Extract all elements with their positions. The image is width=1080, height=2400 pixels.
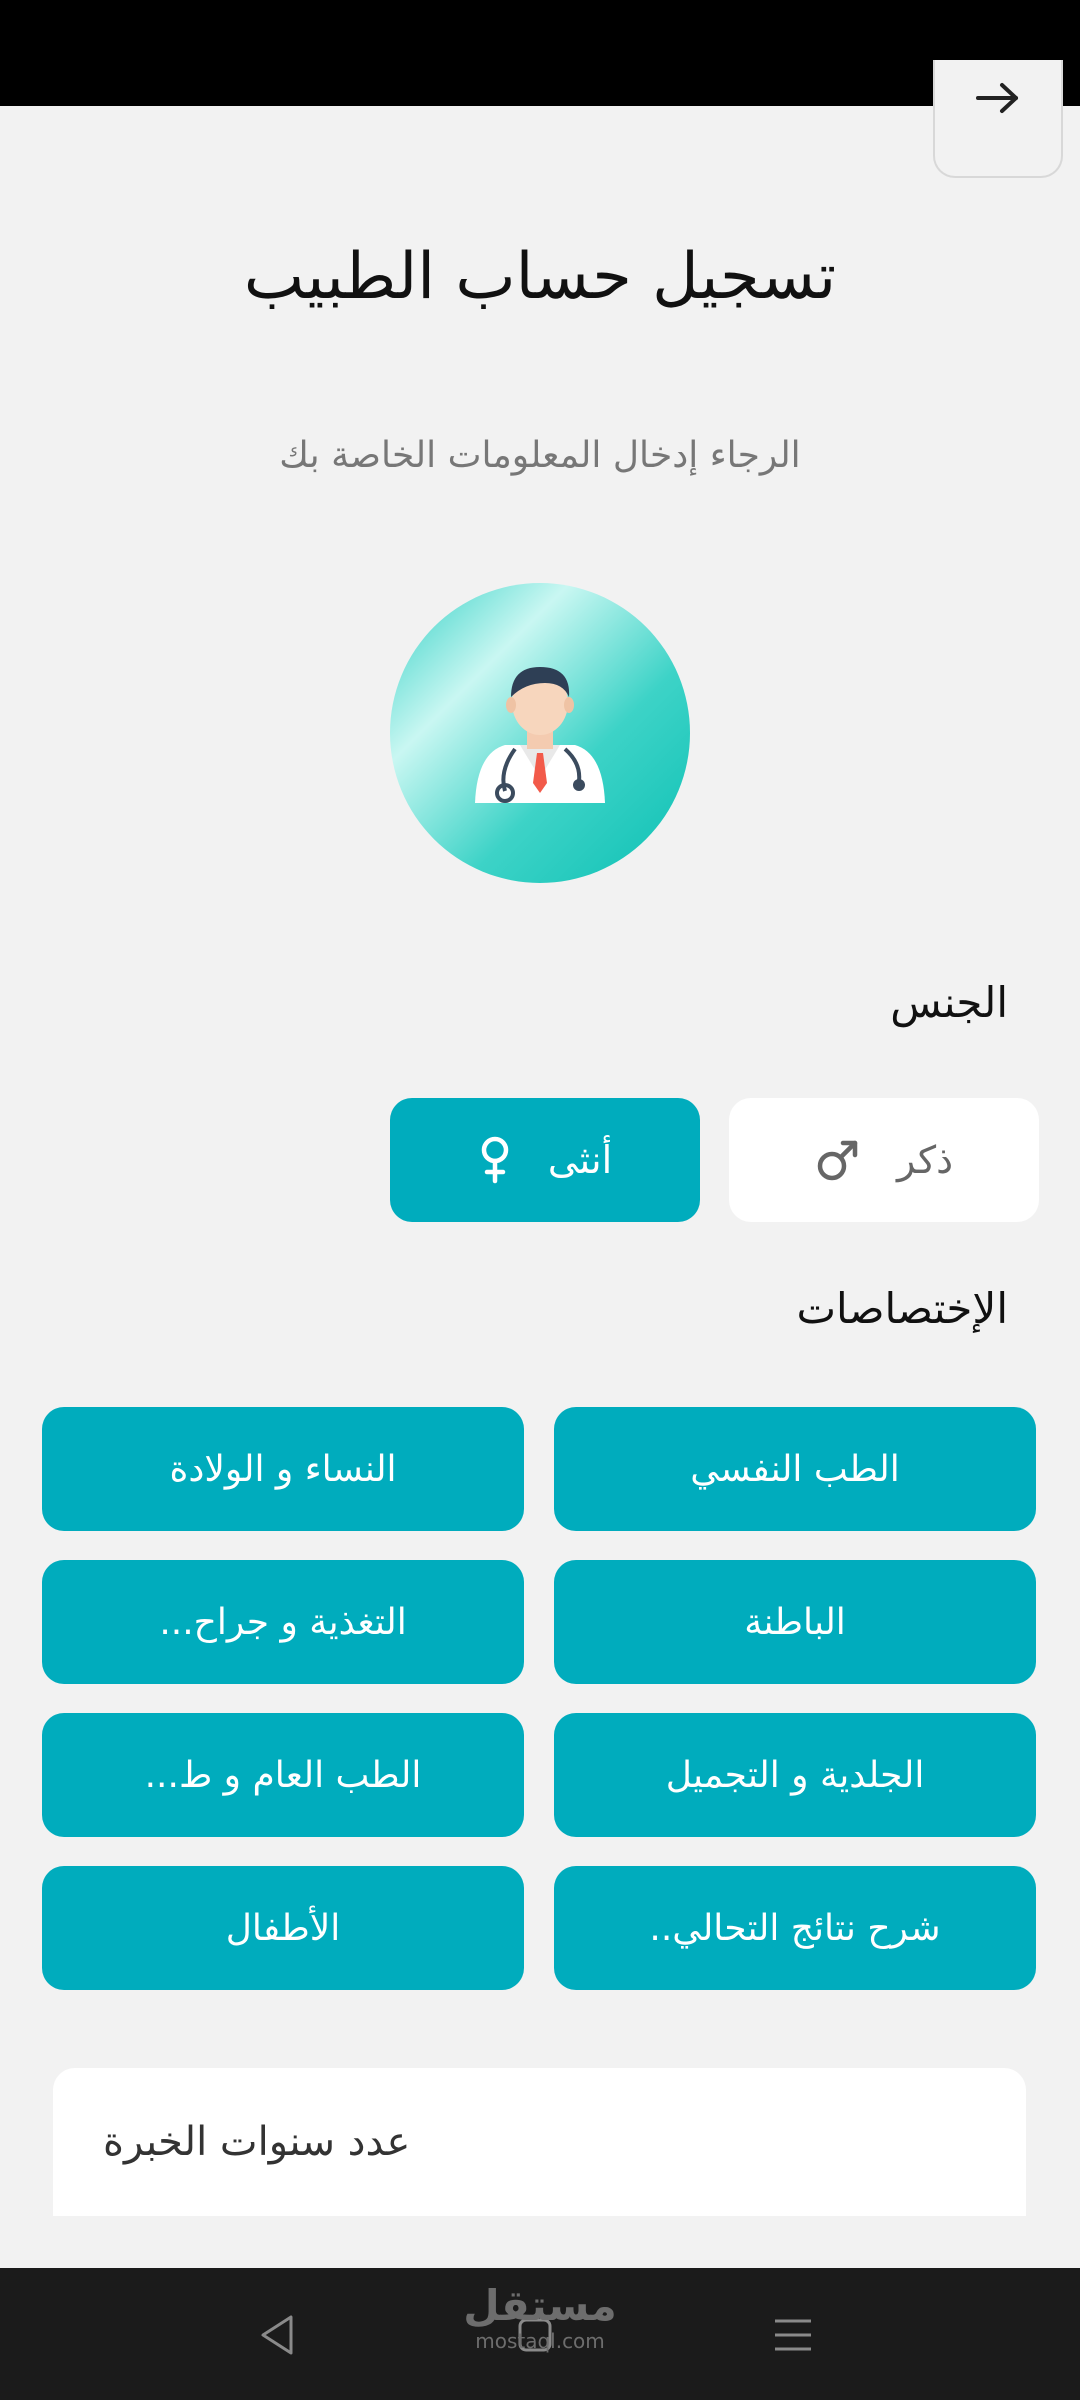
- back-button[interactable]: [933, 60, 1063, 178]
- square-home-icon: [518, 2318, 552, 2352]
- triangle-back-icon: [261, 2315, 293, 2355]
- system-nav-bar: [0, 2268, 1080, 2400]
- avatar[interactable]: [390, 583, 690, 883]
- gender-male-button[interactable]: ذكر: [729, 1098, 1039, 1222]
- specialty-button[interactable]: الطب النفسي: [554, 1407, 1036, 1531]
- doctor-icon: [475, 667, 605, 803]
- specialty-button[interactable]: الباطنة: [554, 1560, 1036, 1684]
- specialty-button[interactable]: النساء و الولادة: [42, 1407, 524, 1531]
- page-title: تسجيل حساب الطبيب: [243, 240, 837, 314]
- male-symbol-icon: [817, 1140, 858, 1181]
- nav-home-button[interactable]: [510, 2310, 560, 2360]
- specialty-button[interactable]: شرح نتائج التحالي..: [554, 1866, 1036, 1990]
- page-subtitle: الرجاء إدخال المعلومات الخاصة بك: [279, 435, 801, 476]
- menu-lines-icon: [775, 2319, 811, 2351]
- specialty-button[interactable]: الجلدية و التجميل: [554, 1713, 1036, 1837]
- experience-years-field[interactable]: عدد سنوات الخبرة: [53, 2068, 1026, 2216]
- arrow-right-icon: [976, 83, 1018, 113]
- specialty-button[interactable]: التغذية و جراح...: [42, 1560, 524, 1684]
- status-bar: [0, 0, 1080, 106]
- doctor-registration-screen: تسجيل حساب الطبيب الرجاء إدخال المعلومات…: [0, 0, 1080, 2400]
- specialties-label: الإختصاصات: [796, 1284, 1008, 1333]
- gender-female-button[interactable]: أنثى: [390, 1098, 700, 1222]
- nav-recents-button[interactable]: [768, 2310, 818, 2360]
- specialty-button[interactable]: الأطفال: [42, 1866, 524, 1990]
- female-symbol-icon: [481, 1136, 509, 1184]
- nav-back-button[interactable]: [252, 2310, 302, 2360]
- male-label: ذكر: [897, 1138, 953, 1182]
- specialty-button[interactable]: الطب العام و ط...: [42, 1713, 524, 1837]
- gender-label: الجنس: [890, 978, 1008, 1027]
- female-label: أنثى: [547, 1138, 613, 1182]
- experience-placeholder: عدد سنوات الخبرة: [103, 2119, 411, 2165]
